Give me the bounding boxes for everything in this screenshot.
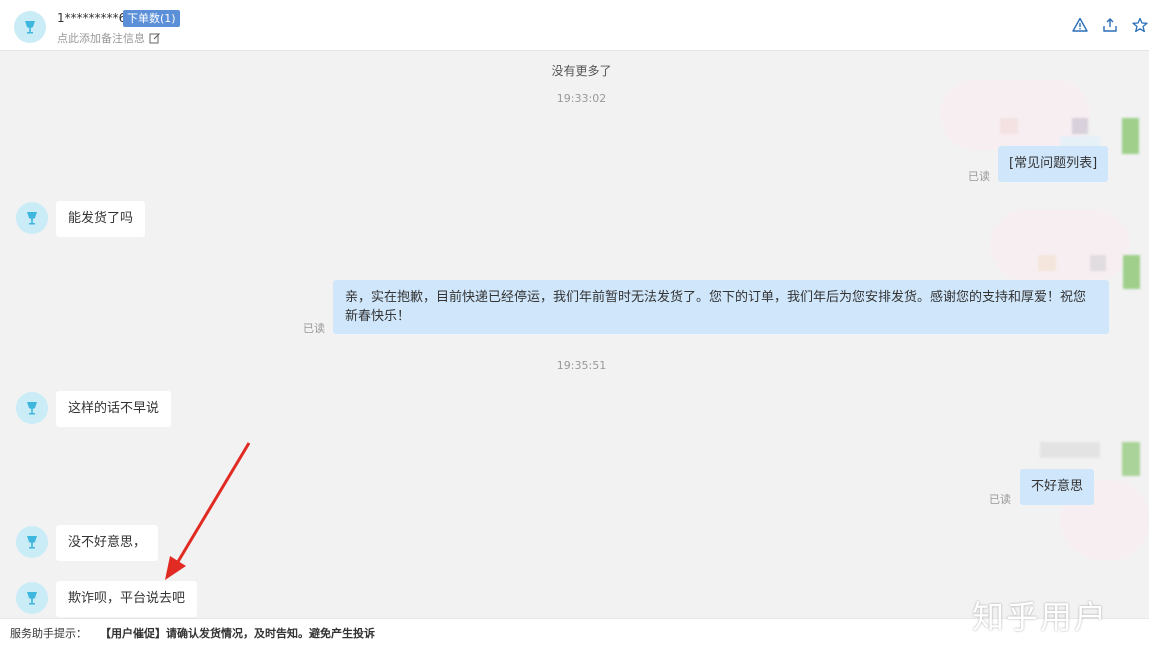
share-icon <box>1103 18 1117 32</box>
share-button[interactable] <box>1101 16 1119 34</box>
message-bubble: 亲，实在抱歉，目前快递已经停运，我们年前暂时无法发货了。您下的订单，我们年后为您… <box>333 280 1109 334</box>
customer-avatar[interactable] <box>16 526 48 558</box>
chat-header: 1*********6 下单数(1) 点此添加备注信息 <box>0 0 1149 51</box>
message-text: 这样的话不早说 <box>68 401 160 416</box>
cup-icon <box>25 21 35 34</box>
read-status: 已读 <box>989 493 1011 506</box>
alert-button[interactable] <box>1071 16 1089 34</box>
message-text: 不好意思 <box>1031 479 1084 494</box>
customer-avatar[interactable] <box>16 582 48 614</box>
customer-avatar[interactable] <box>14 11 46 43</box>
message-bubble: 不好意思 <box>1020 469 1095 505</box>
message-bubble: [常见问题列表] <box>998 146 1109 182</box>
customer-name: 1*********6 <box>57 11 127 25</box>
read-status: 已读 <box>303 322 325 335</box>
message-text: 亲，实在抱歉，目前快递已经停运，我们年前暂时无法发货了。您下的订单，我们年后为您… <box>345 290 1087 324</box>
cup-icon <box>27 592 37 605</box>
customer-avatar[interactable] <box>16 392 48 424</box>
chat-window: 1*********6 下单数(1) 点此添加备注信息 没有更多了 19:33:… <box>0 0 1149 654</box>
customer-avatar[interactable] <box>16 202 48 234</box>
tip-label: 服务助手提示： <box>10 627 87 640</box>
cup-icon <box>27 402 37 415</box>
message-bubble: 没不好意思， <box>56 525 159 561</box>
message-text: 能发货了吗 <box>68 211 134 226</box>
add-note-link[interactable]: 点此添加备注信息 <box>57 30 161 46</box>
message-bubble: 这样的话不早说 <box>56 391 172 427</box>
order-count-badge[interactable]: 下单数(1) <box>123 10 180 27</box>
read-status: 已读 <box>968 170 990 183</box>
watermark: 知乎用户 <box>972 598 1109 636</box>
alert-icon <box>1072 17 1088 32</box>
favorite-button[interactable] <box>1131 16 1149 34</box>
cup-icon <box>27 536 37 549</box>
star-icon <box>1132 17 1148 33</box>
tip-text: 【用户催促】请确认发货情况，及时告知。避免产生投诉 <box>100 627 375 640</box>
message-text: 欺诈呗，平台说去吧 <box>68 591 186 606</box>
message-text: 没不好意思， <box>68 535 147 550</box>
message-text: [常见问题列表] <box>1009 156 1098 171</box>
message-bubble: 能发货了吗 <box>56 201 146 237</box>
message-bubble: 欺诈呗，平台说去吧 <box>56 581 198 617</box>
header-actions <box>1071 16 1149 34</box>
timestamp: 19:35:51 <box>556 359 607 372</box>
cup-icon <box>27 212 37 225</box>
edit-icon <box>149 33 160 44</box>
add-note-label: 点此添加备注信息 <box>57 32 145 45</box>
